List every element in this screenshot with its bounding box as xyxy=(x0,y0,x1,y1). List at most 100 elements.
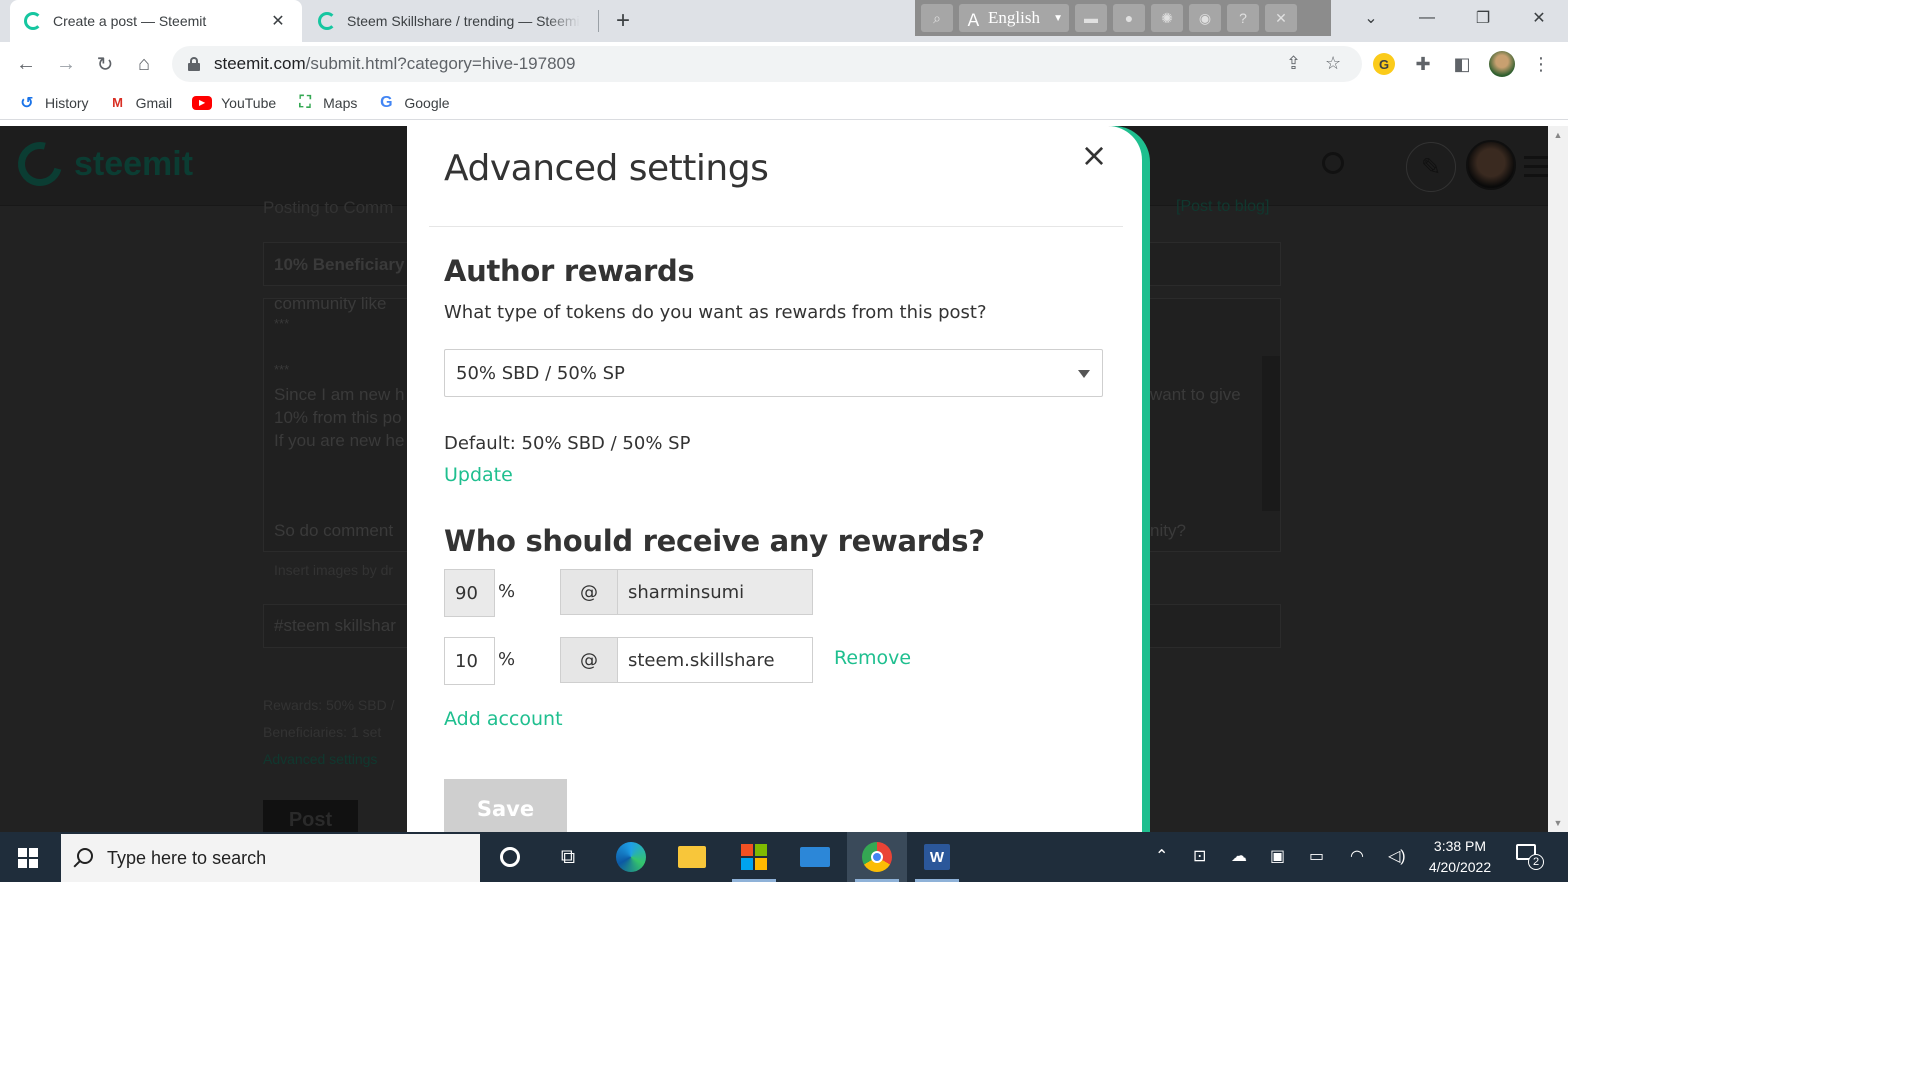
bookmark-history[interactable]: ↺ History xyxy=(18,94,89,112)
reward-type-select[interactable]: 50% SBD / 50% SP xyxy=(444,349,1103,397)
pencil-icon[interactable]: ✎ xyxy=(1406,142,1456,192)
steemit-logo[interactable]: steemit xyxy=(9,133,193,195)
beneficiary-account-input[interactable]: sharminsumi xyxy=(618,570,812,614)
cortana-icon[interactable] xyxy=(480,832,540,882)
onedrive-cloud-icon[interactable]: ☁ xyxy=(1231,846,1247,866)
add-account-link[interactable]: Add account xyxy=(444,708,563,730)
tags-input-value: #steem skillshar xyxy=(274,616,396,635)
extension-help-icon[interactable]: ? xyxy=(1227,4,1259,32)
bookmarks-bar: ↺ History M Gmail ▶ YouTube ⛶ Maps G Goo… xyxy=(0,86,1568,120)
beneficiary-percent-input[interactable]: 10 xyxy=(444,637,495,685)
bookmark-google[interactable]: G Google xyxy=(377,94,449,112)
scroll-down-icon[interactable]: ▼ xyxy=(1548,818,1568,828)
word-icon[interactable]: W xyxy=(907,832,967,882)
task-view-icon[interactable]: ⧉ xyxy=(538,832,598,882)
posting-to-label: Posting to Comm xyxy=(263,198,394,217)
mail-icon[interactable] xyxy=(785,832,845,882)
percent-sign: % xyxy=(498,581,516,602)
wifi-icon[interactable]: ◠ xyxy=(1350,846,1364,866)
address-bar-row: ← → ↻ ⌂ steemit.com/submit.html?category… xyxy=(0,42,1568,86)
edge-icon[interactable] xyxy=(601,832,661,882)
url-text[interactable]: steemit.com/submit.html?category=hive-19… xyxy=(214,54,575,74)
beneficiary-percent-input[interactable]: 90 xyxy=(444,569,495,617)
taskbar-search-box[interactable]: Type here to search xyxy=(61,834,480,882)
clock-time: 3:38 PM xyxy=(1433,838,1487,854)
tab-strip: Create a post — Steemit ✕ Steem Skillsha… xyxy=(0,0,1568,42)
post-to-blog-link[interactable]: [Post to blog] xyxy=(1176,198,1269,216)
home-icon[interactable]: ⌂ xyxy=(130,50,158,78)
bookmark-gmail[interactable]: M Gmail xyxy=(109,94,173,112)
bookmark-star-icon[interactable]: ☆ xyxy=(1325,53,1341,74)
system-clock[interactable]: 3:38 PM 4/20/2022 xyxy=(1410,836,1510,878)
language-selector[interactable]: Ａ English ▼ xyxy=(959,4,1069,32)
extension-close-icon[interactable]: ✕ xyxy=(1265,4,1297,32)
remove-beneficiary-link[interactable]: Remove xyxy=(834,647,911,669)
beneficiary-account-field[interactable]: @ steem.skillshare xyxy=(560,637,813,683)
bookmark-youtube[interactable]: ▶ YouTube xyxy=(192,95,276,111)
side-panel-icon[interactable]: ◧ xyxy=(1448,50,1476,78)
at-prefix: @ xyxy=(561,570,618,614)
update-default-link[interactable]: Update xyxy=(444,464,513,486)
beneficiary-account-input[interactable]: steem.skillshare xyxy=(618,638,812,682)
chevron-down-icon: ▼ xyxy=(1053,12,1063,24)
post-button[interactable]: Post xyxy=(263,800,358,832)
minimize-button[interactable]: — xyxy=(1399,0,1455,36)
extension-search-icon[interactable]: ⌕ xyxy=(921,4,953,32)
address-bar[interactable]: steemit.com/submit.html?category=hive-19… xyxy=(172,46,1362,82)
tray-chevron-up-icon[interactable]: ⌃ xyxy=(1155,846,1168,866)
new-tab-button[interactable]: + xyxy=(608,6,638,36)
bookmark-label: History xyxy=(45,94,89,111)
tab-search-icon[interactable]: ⌄ xyxy=(1343,0,1399,36)
bookmark-maps[interactable]: ⛶ Maps xyxy=(296,94,358,112)
extension-gear-icon[interactable]: ✺ xyxy=(1151,4,1183,32)
extension-hand-icon[interactable]: ● xyxy=(1113,4,1145,32)
extension-globe-icon[interactable]: ◉ xyxy=(1189,4,1221,32)
scroll-up-icon[interactable]: ▲ xyxy=(1548,130,1568,140)
save-button[interactable]: Save xyxy=(444,779,567,839)
beneficiary-account-field[interactable]: @ sharminsumi xyxy=(560,569,813,615)
file-explorer-icon[interactable] xyxy=(662,832,722,882)
body-line-right: want to give xyxy=(1150,385,1241,404)
extensions-puzzle-icon[interactable]: ✚ xyxy=(1409,50,1437,78)
chrome-icon[interactable] xyxy=(847,832,907,882)
author-rewards-heading: Author rewards xyxy=(444,254,695,288)
hamburger-menu-icon[interactable] xyxy=(1524,156,1548,183)
body-line: *** xyxy=(274,316,290,331)
user-avatar[interactable] xyxy=(1466,140,1516,190)
reward-type-value: 50% SBD / 50% SP xyxy=(456,362,625,384)
share-icon[interactable]: ⇪ xyxy=(1286,53,1301,74)
close-window-button[interactable]: ✕ xyxy=(1511,0,1567,36)
youtube-icon: ▶ xyxy=(192,95,213,110)
meet-now-icon[interactable]: ⊡ xyxy=(1193,846,1206,866)
bookmark-label: YouTube xyxy=(221,94,277,111)
google-icon: G xyxy=(380,93,393,111)
textarea-scrollbar[interactable] xyxy=(1262,356,1280,511)
notification-center-icon[interactable]: 2 xyxy=(1516,844,1544,870)
profile-avatar[interactable] xyxy=(1489,51,1515,77)
display-icon[interactable]: ▣ xyxy=(1270,846,1285,866)
battery-icon[interactable]: ▭ xyxy=(1309,846,1324,866)
close-icon[interactable]: × xyxy=(1079,139,1109,171)
grammarly-extension-icon[interactable]: G xyxy=(1373,53,1395,75)
reload-icon[interactable]: ↻ xyxy=(91,50,119,78)
windows-start-icon[interactable] xyxy=(18,848,38,868)
body-line-right: nity? xyxy=(1150,521,1186,540)
microsoft-store-icon[interactable] xyxy=(724,832,784,882)
lock-icon[interactable] xyxy=(188,57,200,71)
restore-button[interactable]: ❐ xyxy=(1455,0,1511,36)
tab-close-icon[interactable]: ✕ xyxy=(268,11,288,31)
tab-create-post[interactable]: Create a post — Steemit ✕ xyxy=(10,0,302,42)
page-scrollbar[interactable]: ▲ ▼ xyxy=(1548,126,1568,832)
back-arrow-icon[interactable]: ← xyxy=(12,50,40,78)
tab-steem-skillshare[interactable]: Steem Skillshare / trending — Steemit xyxy=(304,0,594,42)
extension-speaker-icon[interactable]: ▬ xyxy=(1075,4,1107,32)
bookmark-label: Gmail xyxy=(135,94,173,111)
forward-arrow-icon[interactable]: → xyxy=(52,50,80,78)
menu-kebab-icon[interactable]: ⋮ xyxy=(1527,50,1555,78)
taskbar-search-placeholder: Type here to search xyxy=(107,847,267,868)
steemit-favicon-icon xyxy=(318,12,336,30)
volume-icon[interactable]: ◁) xyxy=(1388,846,1406,866)
modal-title: Advanced settings xyxy=(444,148,769,189)
advanced-settings-link[interactable]: Advanced settings xyxy=(263,751,377,767)
search-icon[interactable] xyxy=(1322,152,1344,174)
